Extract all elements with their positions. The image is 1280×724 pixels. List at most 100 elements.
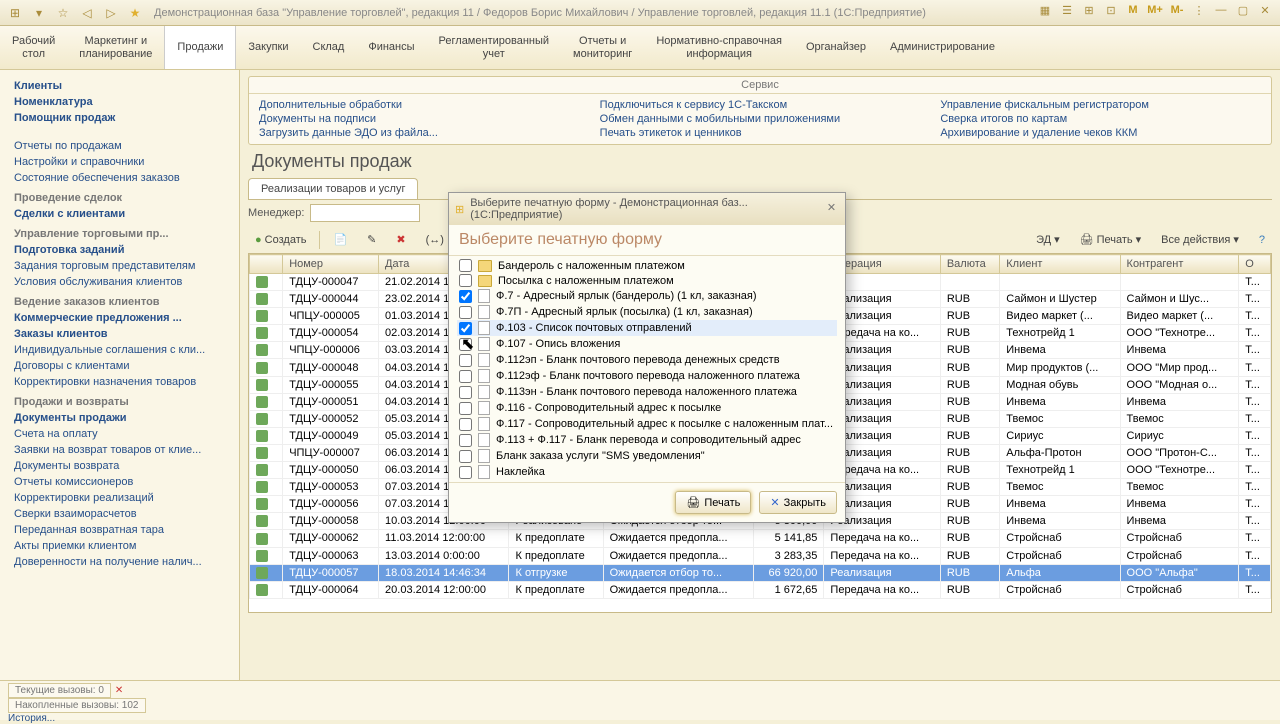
print-button[interactable]: 🖨 Печать ▾: [1073, 230, 1149, 249]
form-checkbox[interactable]: [459, 386, 472, 399]
dropdown-icon[interactable]: ▾: [30, 4, 48, 22]
nav-link[interactable]: Отчеты комиссионеров: [0, 474, 239, 490]
nav-link[interactable]: Счета на оплату: [0, 426, 239, 442]
delete-button[interactable]: ✖: [389, 230, 412, 249]
edit-button[interactable]: ✎: [360, 230, 383, 249]
dialog-close-icon[interactable]: ✕: [824, 201, 839, 217]
nav-fwd-icon[interactable]: ▷: [102, 4, 120, 22]
print-form-item[interactable]: Ф.7 - Адресный ярлык (бандероль) (1 кл, …: [457, 288, 837, 304]
print-form-item[interactable]: Ф.7П - Адресный ярлык (посылка) (1 кл, з…: [457, 304, 837, 320]
nav-link[interactable]: Заказы клиентов: [0, 326, 239, 342]
copy-button[interactable]: 📄: [326, 230, 354, 249]
print-form-item[interactable]: Посылка с наложенным платежом: [457, 273, 837, 288]
form-checkbox[interactable]: [459, 338, 472, 351]
nav-link[interactable]: Сверки взаиморасчетов: [0, 506, 239, 522]
form-checkbox[interactable]: [459, 306, 472, 319]
print-form-item[interactable]: Ф.117 - Сопроводительный адрес к посылке…: [457, 416, 837, 432]
service-link[interactable]: Печать этикеток и ценников: [600, 126, 921, 140]
nav-back-icon[interactable]: ◁: [78, 4, 96, 22]
nav-link[interactable]: Договоры с клиентами: [0, 358, 239, 374]
print-form-item[interactable]: Бланк заказа услуги "SMS уведомления": [457, 448, 837, 464]
table-row[interactable]: ТДЦУ-00006313.03.2014 0:00:00К предоплат…: [250, 547, 1271, 564]
menu-item[interactable]: Нормативно-справочнаяинформация: [644, 26, 794, 69]
help-button[interactable]: ?: [1252, 231, 1272, 249]
nav-link[interactable]: Помощник продаж: [0, 110, 239, 126]
nav-link[interactable]: Задания торговым представителям: [0, 258, 239, 274]
status-close-icon[interactable]: ✕: [115, 685, 123, 696]
print-form-item[interactable]: Ф.112эп - Бланк почтового перевода денеж…: [457, 352, 837, 368]
print-form-item[interactable]: Ф.116 - Сопроводительный адрес к посылке: [457, 400, 837, 416]
nav-link[interactable]: Сделки с клиентами: [0, 206, 239, 222]
memory-mplus[interactable]: M+: [1146, 4, 1164, 22]
table-row[interactable]: ТДЦУ-00006211.03.2014 12:00:00К предопла…: [250, 530, 1271, 547]
nav-link[interactable]: Условия обслуживания клиентов: [0, 274, 239, 290]
service-link[interactable]: Подключиться к сервису 1С-Такском: [600, 98, 921, 112]
fav-star-icon[interactable]: ★: [126, 4, 144, 22]
nav-link[interactable]: Акты приемки клиентом: [0, 538, 239, 554]
menu-item[interactable]: Маркетинг ипланирование: [67, 26, 164, 69]
tab-realizations[interactable]: Реализации товаров и услуг: [248, 178, 418, 199]
nav-link[interactable]: Индивидуальные соглашения с кли...: [0, 342, 239, 358]
nav-link[interactable]: Заявки на возврат товаров от клие...: [0, 442, 239, 458]
nav-link[interactable]: Документы продажи: [0, 410, 239, 426]
star-icon[interactable]: ☆: [54, 4, 72, 22]
nav-link[interactable]: Переданная возвратная тара: [0, 522, 239, 538]
service-link[interactable]: Обмен данными с мобильными приложениями: [600, 112, 921, 126]
print-form-item[interactable]: Ф.103 - Список почтовых отправлений: [457, 320, 837, 336]
form-checkbox[interactable]: [459, 354, 472, 367]
create-button[interactable]: ●Создать: [248, 231, 313, 249]
all-actions-button[interactable]: Все действия ▾: [1154, 230, 1246, 249]
memory-mminus[interactable]: M-: [1168, 4, 1186, 22]
maximize-icon[interactable]: ▢: [1234, 4, 1252, 22]
column-header[interactable]: Клиент: [1000, 255, 1120, 274]
menu-item[interactable]: Рабочийстол: [0, 26, 67, 69]
menu-item[interactable]: Продажи: [164, 26, 236, 69]
form-checkbox[interactable]: [459, 290, 472, 303]
form-checkbox[interactable]: [459, 370, 472, 383]
service-link[interactable]: Загрузить данные ЭДО из файла...: [259, 126, 580, 140]
nav-link[interactable]: Документы возврата: [0, 458, 239, 474]
form-checkbox[interactable]: [459, 466, 472, 479]
menu-item[interactable]: Финансы: [356, 26, 426, 69]
ed-button[interactable]: ЭД ▾: [1029, 230, 1067, 249]
status-history-link[interactable]: История...: [8, 713, 55, 724]
nav-link[interactable]: Коммерческие предложения ...: [0, 310, 239, 326]
service-link[interactable]: Архивирование и удаление чеков ККМ: [940, 126, 1261, 140]
manager-input[interactable]: [310, 204, 420, 222]
close-window-icon[interactable]: ✕: [1256, 4, 1274, 22]
menu-item[interactable]: Органайзер: [794, 26, 878, 69]
menu-item[interactable]: Регламентированныйучет: [427, 26, 562, 69]
form-checkbox[interactable]: [459, 450, 472, 463]
column-header[interactable]: [250, 255, 283, 274]
service-link[interactable]: Дополнительные обработки: [259, 98, 580, 112]
nav-link[interactable]: Отчеты по продажам: [0, 138, 239, 154]
column-header[interactable]: О: [1239, 255, 1271, 274]
nav-link[interactable]: Корректировки назначения товаров: [0, 374, 239, 390]
tool-icon-3[interactable]: ⊞: [1080, 4, 1098, 22]
form-checkbox[interactable]: [459, 434, 472, 447]
form-checkbox[interactable]: [459, 402, 472, 415]
nav-link[interactable]: Корректировки реализаций: [0, 490, 239, 506]
form-checkbox[interactable]: [459, 418, 472, 431]
column-header[interactable]: Контрагент: [1120, 255, 1239, 274]
form-checkbox[interactable]: [459, 322, 472, 335]
service-link[interactable]: Управление фискальным регистратором: [940, 98, 1261, 112]
print-form-item[interactable]: Ф.107 - Опись вложения: [457, 336, 837, 352]
minimize-icon[interactable]: —: [1212, 4, 1230, 22]
menu-item[interactable]: Администрирование: [878, 26, 1007, 69]
service-link[interactable]: Сверка итогов по картам: [940, 112, 1261, 126]
dialog-close-button[interactable]: ✕ Закрыть: [759, 491, 837, 514]
tool-icon-1[interactable]: ▦: [1036, 4, 1054, 22]
table-row[interactable]: ТДЦУ-00006420.03.2014 12:00:00К предопла…: [250, 581, 1271, 598]
form-checkbox[interactable]: [459, 259, 472, 272]
form-checkbox[interactable]: [459, 274, 472, 287]
tool-icon-2[interactable]: ☰: [1058, 4, 1076, 22]
print-form-item[interactable]: Ф.112эф - Бланк почтового перевода налож…: [457, 368, 837, 384]
refresh-button[interactable]: (↔): [419, 231, 451, 249]
print-form-item[interactable]: Ф.113эн - Бланк почтового перевода налож…: [457, 384, 837, 400]
column-header[interactable]: Валюта: [940, 255, 999, 274]
memory-m[interactable]: M: [1124, 4, 1142, 22]
dialog-print-button[interactable]: 🖨 Печать: [675, 491, 751, 514]
print-form-item[interactable]: Ф.113 + Ф.117 - Бланк перевода и сопрово…: [457, 432, 837, 448]
column-header[interactable]: Номер: [283, 255, 379, 274]
